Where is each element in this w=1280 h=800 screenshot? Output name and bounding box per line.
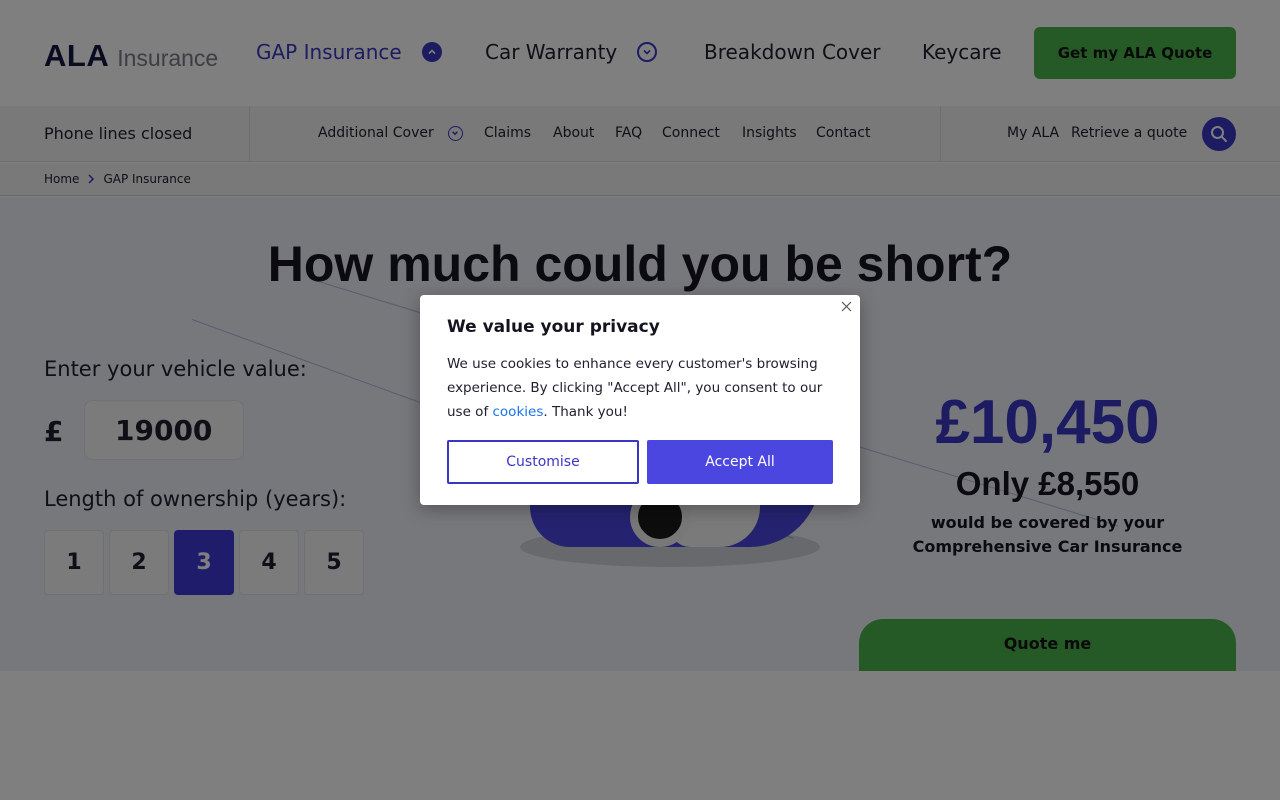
- customise-button[interactable]: Customise: [447, 440, 639, 484]
- cookie-consent-modal: We value your privacy We use cookies to …: [420, 295, 860, 505]
- close-button[interactable]: [838, 298, 854, 314]
- cookies-link[interactable]: cookies: [493, 404, 544, 420]
- modal-body-text: . Thank you!: [543, 404, 628, 420]
- modal-title: We value your privacy: [447, 317, 660, 337]
- accept-all-button[interactable]: Accept All: [647, 440, 833, 484]
- modal-body: We use cookies to enhance every customer…: [447, 352, 837, 424]
- close-icon: [841, 301, 851, 311]
